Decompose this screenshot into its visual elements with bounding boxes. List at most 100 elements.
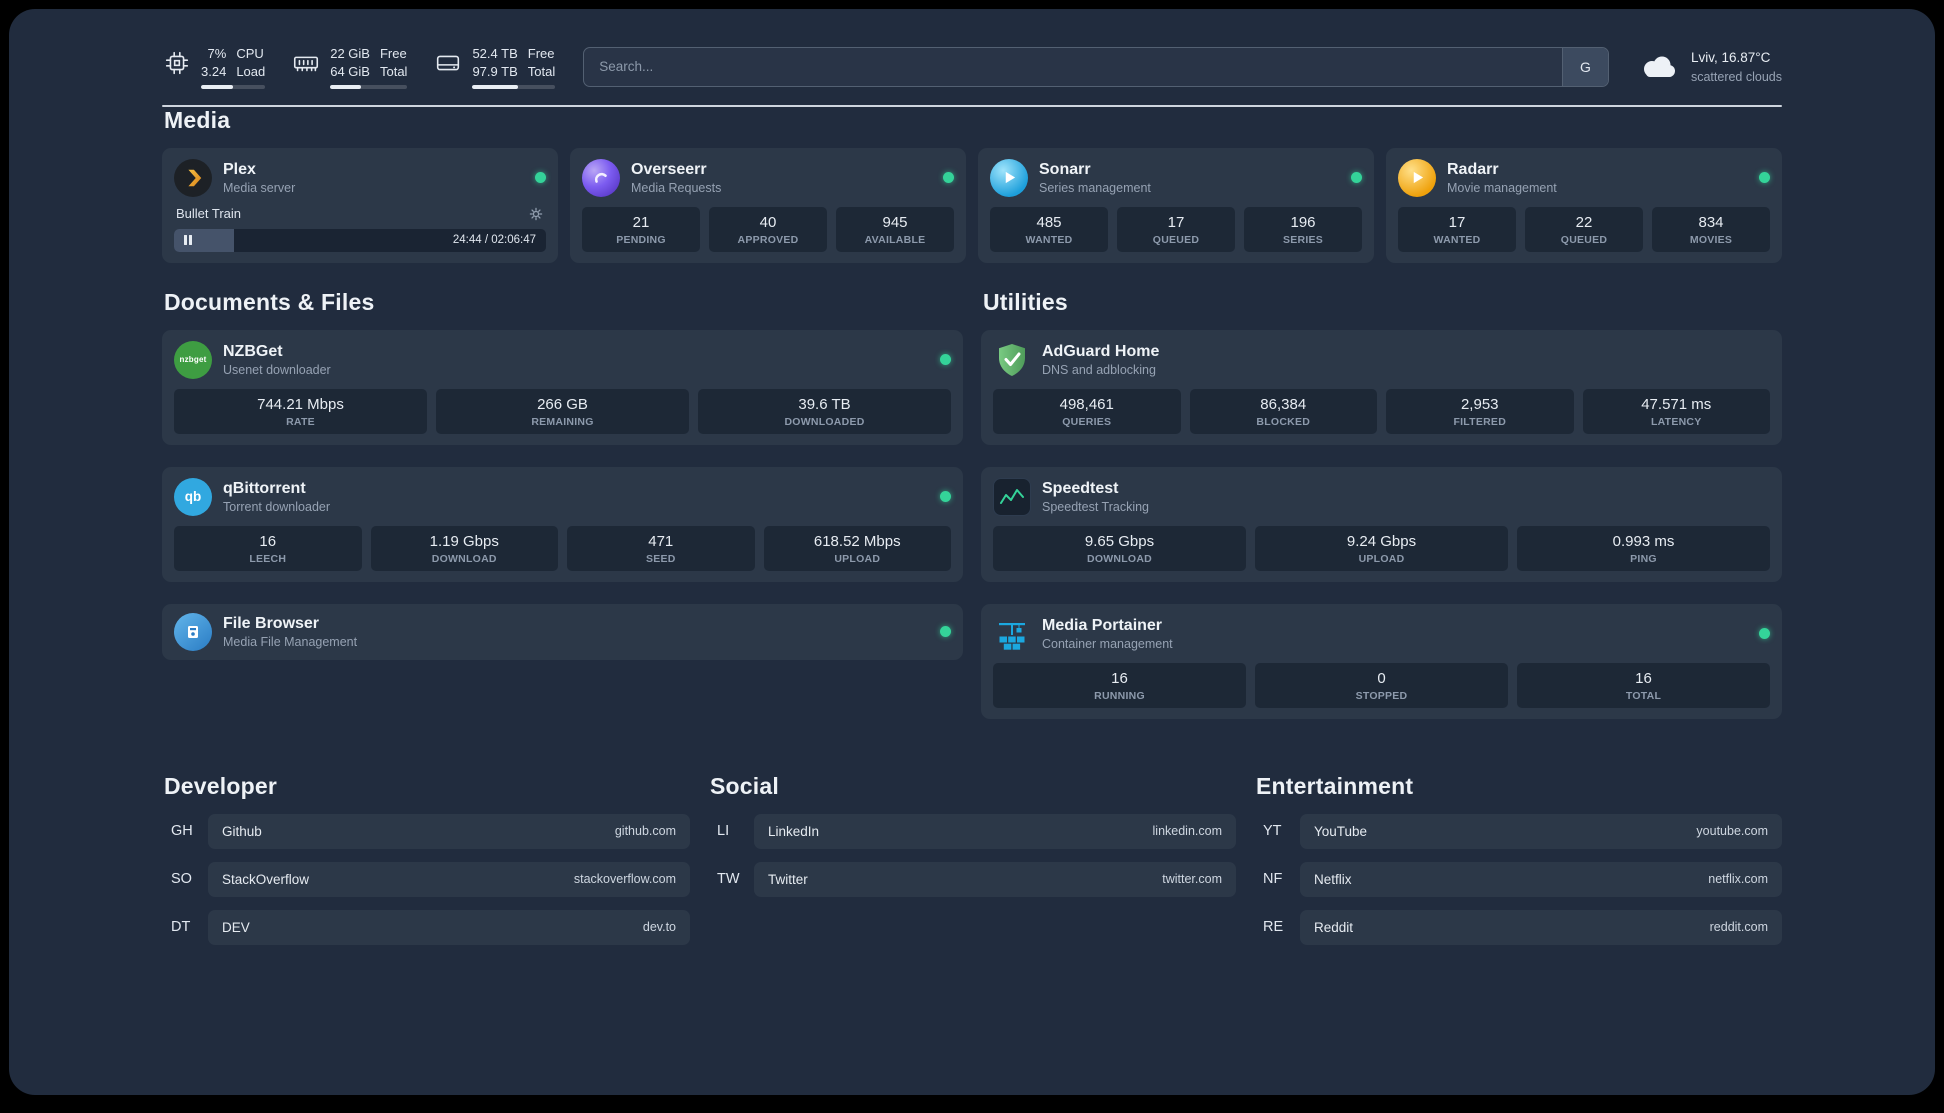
service-card-nzbget[interactable]: nzbget NZBGet Usenet downloader 744.21 M… xyxy=(162,329,963,445)
bookmark-name: YouTube xyxy=(1314,823,1368,839)
bookmark-abbr: LI xyxy=(717,823,730,840)
stat-tile: 196 SERIES xyxy=(1244,206,1362,252)
stat-tile: 40 APPROVED xyxy=(709,206,827,252)
stat-tile: 16 TOTAL xyxy=(1517,662,1770,708)
stat-tile: 39.6 TB DOWNLOADED xyxy=(698,388,951,434)
resource-widgets: 7% 3.24 CPU Load 22 GiB 64 GiB Free Tota… xyxy=(162,45,556,89)
bookmark-name: Reddit xyxy=(1314,919,1354,935)
service-subtitle: DNS and adblocking xyxy=(1042,362,1156,377)
search-provider-button[interactable]: G xyxy=(1561,47,1608,86)
stat-tile: 22 QUEUED xyxy=(1525,206,1643,252)
bookmark-item-youtube[interactable]: YT YouTube youtube.com xyxy=(1254,813,1782,849)
bookmark-abbr: RE xyxy=(1263,919,1284,936)
service-title: AdGuard Home xyxy=(1042,342,1160,360)
service-card-filebrowser[interactable]: File Browser Media File Management xyxy=(162,603,963,660)
status-dot-online xyxy=(535,172,546,184)
stat-tile: 17 QUEUED xyxy=(1117,206,1235,252)
overseerr-icon xyxy=(582,158,620,197)
now-playing-time: 24:44 / 02:06:47 xyxy=(452,234,536,247)
bookmark-item-twitter[interactable]: TW Twitter twitter.com xyxy=(708,861,1236,897)
playback-progress-bar[interactable]: 24:44 / 02:06:47 xyxy=(174,228,546,252)
service-subtitle: Movie management xyxy=(1447,180,1557,195)
bookmark-url: stackoverflow.com xyxy=(573,872,676,887)
service-title: Radarr xyxy=(1447,160,1499,178)
weather-condition: scattered clouds xyxy=(1690,69,1782,84)
section-heading-utilities: Utilities xyxy=(983,288,1068,315)
stat-tile: 485 WANTED xyxy=(990,206,1108,252)
cpu-values: 7% 3.24 xyxy=(201,46,227,80)
service-card-sonarr[interactable]: Sonarr Series management 485 WANTED 17 Q… xyxy=(978,147,1374,263)
status-dot-online xyxy=(1351,172,1362,184)
bookmark-item-stackoverflow[interactable]: SO StackOverflow stackoverflow.com xyxy=(162,861,690,897)
service-subtitle: Container management xyxy=(1042,636,1173,651)
section-heading-social: Social xyxy=(710,772,779,799)
dashboard: 7% 3.24 CPU Load 22 GiB 64 GiB Free Tota… xyxy=(9,9,1935,1095)
service-card-speedtest[interactable]: Speedtest Speedtest Tracking 9.65 Gbps D… xyxy=(981,466,1782,582)
stat-tile: 945 AVAILABLE xyxy=(836,206,954,252)
service-title: NZBGet xyxy=(223,342,283,360)
stat-tile: 498,461 QUERIES xyxy=(993,388,1181,434)
memory-values: 22 GiB 64 GiB xyxy=(330,46,370,80)
service-title: Media Portainer xyxy=(1042,616,1163,634)
speedtest-icon xyxy=(993,477,1031,516)
media-grid: Plex Media server Bullet Train 24:44 / 0… xyxy=(162,147,1782,263)
cpu-usage-bar xyxy=(201,85,266,89)
portainer-icon xyxy=(993,615,1031,653)
disk-usage-bar xyxy=(472,85,556,89)
disk-widget: 52.4 TB 97.9 TB Free Total xyxy=(433,45,556,89)
bookmark-name: LinkedIn xyxy=(768,823,820,839)
bookmarks-section: Developer GH Github github.com SO StackO… xyxy=(162,773,1782,992)
stat-row: 16 RUNNING 0 STOPPED 16 TOTAL xyxy=(993,662,1770,708)
bookmark-url: youtube.com xyxy=(1696,824,1768,839)
bookmark-item-linkedin[interactable]: LI LinkedIn linkedin.com xyxy=(708,813,1236,849)
service-card-portainer[interactable]: Media Portainer Container management 16 … xyxy=(981,603,1782,719)
stat-row: 17 WANTED 22 QUEUED 834 MOVIES xyxy=(1398,206,1770,252)
memory-widget: 22 GiB 64 GiB Free Total xyxy=(291,45,408,89)
status-dot-online xyxy=(1759,628,1770,640)
bookmark-url: dev.to xyxy=(642,920,676,935)
memory-usage-bar xyxy=(330,85,408,89)
service-title: Overseerr xyxy=(631,160,707,178)
service-card-qbittorrent[interactable]: qb qBittorrent Torrent downloader 16 LEE… xyxy=(162,466,963,582)
service-card-overseerr[interactable]: Overseerr Media Requests 21 PENDING 40 A… xyxy=(570,147,966,263)
status-dot-online xyxy=(940,354,951,366)
stat-row: 485 WANTED 17 QUEUED 196 SERIES xyxy=(990,206,1362,252)
bookmark-name: Twitter xyxy=(768,871,808,887)
cloud-icon xyxy=(1643,56,1675,77)
bookmark-group-entertainment: Entertainment YT YouTube youtube.com NF … xyxy=(1254,773,1782,958)
stat-tile: 266 GB REMAINING xyxy=(436,388,689,434)
service-card-radarr[interactable]: Radarr Movie management 17 WANTED 22 QUE… xyxy=(1386,147,1782,263)
stat-tile: 2,953 FILTERED xyxy=(1386,388,1574,434)
bookmark-abbr: YT xyxy=(1263,823,1282,840)
top-bar: 7% 3.24 CPU Load 22 GiB 64 GiB Free Tota… xyxy=(162,45,1782,89)
now-playing-title: Bullet Train xyxy=(176,206,242,222)
disk-labels: Free Total xyxy=(527,46,556,80)
sonarr-icon xyxy=(990,158,1028,197)
service-subtitle: Media Requests xyxy=(631,180,722,195)
adguard-icon xyxy=(993,341,1031,379)
cpu-icon xyxy=(165,51,189,75)
service-card-adguard[interactable]: AdGuard Home DNS and adblocking 498,461 … xyxy=(981,329,1782,445)
bookmark-url: reddit.com xyxy=(1709,920,1768,935)
section-heading-entertainment: Entertainment xyxy=(1256,772,1414,799)
bookmark-item-github[interactable]: GH Github github.com xyxy=(162,813,690,849)
section-heading-media: Media xyxy=(164,106,231,133)
status-dot-online xyxy=(940,626,951,638)
status-dot-online xyxy=(943,172,954,184)
status-dot-online xyxy=(1759,172,1770,184)
service-card-plex[interactable]: Plex Media server Bullet Train 24:44 / 0… xyxy=(162,147,558,263)
settings-gear-icon[interactable] xyxy=(528,206,544,222)
bookmark-item-dev[interactable]: DT DEV dev.to xyxy=(162,909,690,945)
pause-icon[interactable] xyxy=(184,235,192,246)
bookmark-item-reddit[interactable]: RE Reddit reddit.com xyxy=(1254,909,1782,945)
search-bar: G xyxy=(583,46,1609,87)
stat-row: 21 PENDING 40 APPROVED 945 AVAILABLE xyxy=(582,206,954,252)
search-input[interactable] xyxy=(584,47,1562,86)
radarr-icon xyxy=(1398,158,1436,197)
bookmark-abbr: DT xyxy=(171,919,191,936)
stat-tile: 9.24 Gbps UPLOAD xyxy=(1255,525,1508,571)
bookmark-url: github.com xyxy=(614,824,676,839)
utilities-column: Utilities AdGuard Home DNS and adblockin… xyxy=(981,289,1782,719)
bookmark-item-netflix[interactable]: NF Netflix netflix.com xyxy=(1254,861,1782,897)
status-dot-online xyxy=(940,491,951,503)
